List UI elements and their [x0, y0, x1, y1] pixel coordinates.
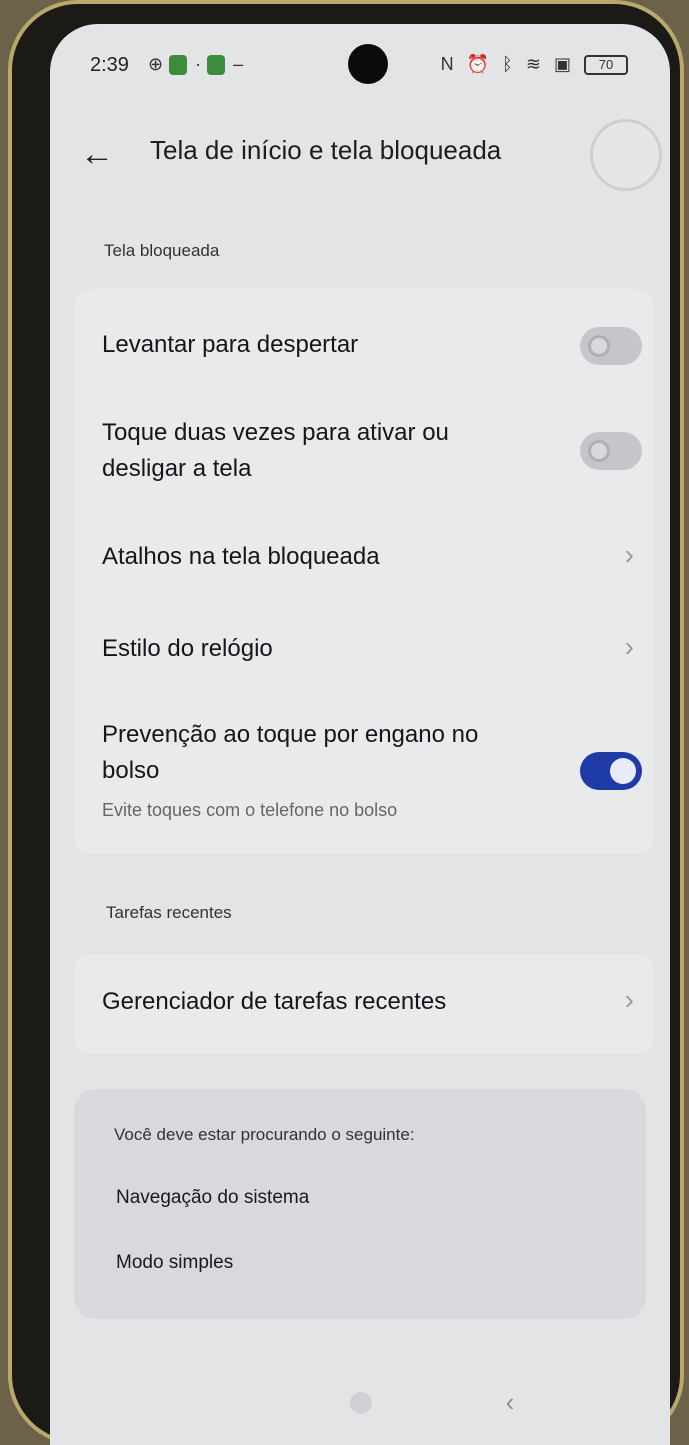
chevron-right-icon: › — [624, 539, 634, 570]
home-button[interactable] — [350, 1392, 372, 1414]
recent-tasks-card: Gerenciador de tarefas recentes › — [74, 954, 654, 1054]
double-tap-label: Toque duas vezes para ativar ou desligar… — [102, 419, 449, 482]
header: ← Tela de início e tela bloqueada — [50, 119, 670, 199]
nav-back-icon[interactable]: ‹ — [490, 1382, 530, 1422]
raise-to-wake-row[interactable]: Levantar para despertar — [102, 327, 642, 367]
section-label-recent-tasks: Tarefas recentes — [106, 903, 232, 922]
notification-icons: ⊕ · – — [148, 54, 250, 76]
lock-screen-shortcuts-row[interactable]: Atalhos na tela bloqueada › — [102, 539, 642, 579]
clock-style-row[interactable]: Estilo do relógio › — [102, 631, 642, 671]
bluetooth-icon: ᛒ — [502, 54, 517, 74]
recent-task-manager-row[interactable]: Gerenciador de tarefas recentes › — [102, 984, 642, 1024]
wifi-icon: ≋ — [525, 54, 545, 74]
pocket-mode-toggle[interactable] — [580, 752, 642, 790]
double-tap-row[interactable]: Toque duas vezes para ativar ou desligar… — [102, 415, 642, 489]
front-camera — [348, 44, 388, 84]
system-navigation-link[interactable]: Navegação do sistema — [116, 1187, 309, 1209]
pocket-mode-subtitle: Evite toques com o telefone no bolso — [102, 800, 398, 820]
phone-frame: 2:39 ⊕ · – N ⏰ ᛒ ≋ ▣ 70 ← Tela de início e… — [8, 0, 684, 1445]
navigation-bar: ‹ — [50, 1364, 670, 1445]
simple-mode-link[interactable]: Modo simples — [116, 1252, 233, 1274]
screen: 2:39 ⊕ · – N ⏰ ᛒ ≋ ▣ 70 ← Tela de início e… — [50, 24, 670, 1445]
page-title: Tela de início e tela bloqueada — [150, 135, 502, 165]
double-tap-toggle[interactable] — [580, 432, 642, 470]
raise-to-wake-toggle[interactable] — [580, 327, 642, 365]
status-bar: 2:39 ⊕ · – N ⏰ ᛒ ≋ ▣ 70 — [50, 24, 670, 106]
suggestions-panel: Você deve estar procurando o seguinte: N… — [74, 1089, 646, 1319]
clock-style-label: Estilo do relógio — [102, 635, 273, 662]
lock-screen-card: Levantar para despertar Toque duas vezes… — [74, 289, 654, 854]
raise-to-wake-label: Levantar para despertar — [102, 331, 359, 358]
pocket-mode-row[interactable]: Prevenção ao toque por engano no bolso E… — [102, 717, 642, 827]
chevron-right-icon: › — [624, 984, 634, 1015]
system-icons: N ⏰ ᛒ ≋ ▣ 70 — [440, 54, 628, 76]
recents-button[interactable] — [192, 1374, 232, 1414]
alarm-icon: ⏰ — [466, 54, 494, 74]
lock-screen-shortcuts-label: Atalhos na tela bloqueada — [102, 543, 380, 570]
recent-task-manager-label: Gerenciador de tarefas recentes — [102, 988, 447, 1015]
chevron-right-icon: › — [624, 631, 634, 662]
app-notification-icon — [207, 55, 226, 76]
section-label-lock-screen: Tela bloqueada — [104, 241, 220, 260]
app-notification-icon — [169, 55, 188, 76]
battery-icon: 70 — [584, 55, 628, 76]
suggestions-header: Você deve estar procurando o seguinte: — [114, 1125, 415, 1144]
nfc-icon: N — [440, 54, 458, 74]
sim-icon: ▣ — [553, 54, 575, 74]
pocket-mode-label: Prevenção ao toque por engano no bolso — [102, 721, 479, 784]
overlay-circle — [590, 119, 662, 191]
back-arrow-icon[interactable]: ← — [80, 134, 126, 180]
status-time: 2:39 — [90, 54, 129, 76]
